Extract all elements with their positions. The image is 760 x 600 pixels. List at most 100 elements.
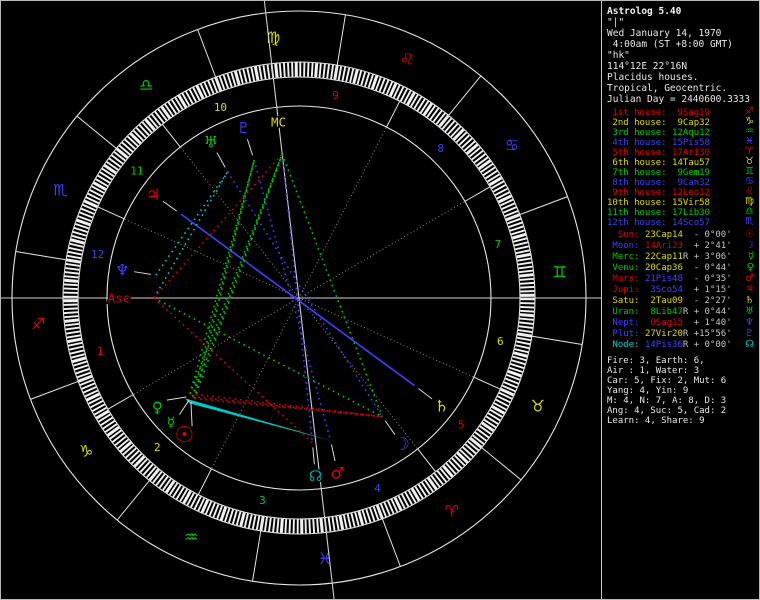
planet-row: Moon: 14Ari23 + 2°41' ☽ — [607, 240, 754, 251]
degree-tick — [514, 348, 529, 354]
degree-tick — [514, 245, 529, 251]
planet-row: Venu: 20Cap36 - 0°44' ♀ — [607, 262, 754, 273]
astrolog-window: ♈ ♉ ♊ ♋ ♌ ♍ ♎ ♏ ♐ ♑ ♒ ♓ 1 2 3 4 5 6 7 8 9 10 11 12 ☉ ☽ ☿ ♀ ♂ ♃ ♄ ♅ ♆ ♇ ☊ As… — [0, 0, 760, 600]
house-number: 5 — [458, 419, 465, 432]
degree-tick — [255, 515, 261, 530]
degree-tick — [262, 65, 267, 80]
degree-tick — [349, 68, 355, 83]
stats-line: Fire: 3, Earth: 6, — [607, 356, 705, 366]
house-row: 6th house: 14Tau57 ♉ — [607, 156, 754, 169]
degree-tick — [284, 519, 288, 534]
house-number: 2 — [154, 441, 161, 454]
degree-tick — [518, 329, 533, 334]
planet-position-list: Sun: 23Cap14 - 0°00' ☉ Moon: 14Ari23 + 2°… — [607, 229, 758, 351]
zodiac-sign-aquarius-icon: ♒ — [184, 527, 198, 546]
planet-icon: ☉ — [745, 229, 754, 240]
sign-boundary — [116, 468, 160, 521]
degree-tick — [307, 62, 310, 77]
degree-tick — [250, 67, 256, 82]
house-number: 12 — [91, 248, 104, 261]
house-number: 1 — [97, 345, 104, 358]
degree-tick — [519, 313, 534, 318]
degree-tick — [69, 349, 85, 355]
planet-node-icon: ☊ — [309, 467, 322, 485]
zodiac-sign-aries-icon: ♈ — [445, 501, 459, 520]
degree-tick — [235, 511, 242, 526]
planet-pluto-icon: ♇ — [237, 119, 250, 137]
degree-tick — [520, 306, 535, 309]
planet-row: Node: 14Pis36R + 0°00' ☊ — [607, 339, 754, 350]
planet-icon: ♄ — [745, 295, 754, 306]
house-row: 1st house: 9Sag19 ♐ — [607, 106, 754, 119]
degree-tick — [63, 307, 78, 310]
planet-row: Nept: 0Sag15 + 1°40' ♆ — [607, 317, 754, 328]
degree-tick — [516, 252, 531, 259]
house-row: 11th house: 17Lib30 ♎ — [607, 206, 754, 219]
house-cusp-line — [417, 448, 437, 473]
degree-tick — [282, 62, 286, 78]
house-row: 8th house: 9Can32 ♋ — [607, 176, 754, 189]
chart-info-line: 4:00am (ST +8:00 GMT) — [607, 39, 733, 50]
degree-tick — [65, 267, 80, 271]
degree-tick — [515, 344, 530, 350]
aspect-line — [153, 153, 283, 299]
planet-row: Merc: 22Cap11R + 3°06' ☿ — [607, 251, 754, 262]
degree-tick — [519, 281, 535, 285]
degree-tick — [227, 509, 234, 524]
degree-tick — [352, 69, 359, 84]
degree-tick — [64, 318, 79, 323]
planet-jupiter-icon: ♃ — [146, 185, 160, 204]
sign-boundary — [469, 437, 522, 481]
degree-tick — [64, 271, 79, 275]
house-cusp-line — [473, 376, 501, 390]
planet-venus-icon: ♀ — [152, 398, 163, 416]
planet-pointer-line — [312, 447, 315, 465]
zodiac-sign-gemini-icon: ♊ — [553, 263, 567, 282]
house-row: 3rd house: 12Aqu12 ♒ — [607, 126, 754, 139]
degree-tick — [242, 68, 248, 84]
degree-tick — [520, 309, 535, 313]
degree-tick — [356, 70, 363, 85]
planet-icon: ☿ — [747, 251, 754, 262]
planet-uranus-icon: ♅ — [204, 133, 218, 152]
degree-tick — [346, 513, 352, 528]
degree-tick — [67, 254, 82, 260]
aspect-line — [253, 159, 332, 440]
planet-row: Mars: 21Pis48 - 0°35' ♂ — [607, 273, 754, 284]
planet-icon: ♂ — [745, 273, 754, 284]
asc-label: Asc — [108, 291, 131, 306]
degree-tick — [71, 234, 86, 241]
degree-tick — [513, 351, 528, 358]
chart-info-line: "hk" — [607, 50, 630, 61]
degree-tick — [68, 341, 83, 347]
house-number: 10 — [214, 101, 227, 114]
house-number: 3 — [259, 494, 266, 507]
chart-info-line: Tropical, Geocentric. — [607, 83, 728, 94]
degree-tick — [326, 64, 330, 79]
degree-tick — [354, 512, 360, 527]
degree-tick — [66, 334, 81, 339]
degree-tick — [360, 71, 367, 86]
mc-label: MC — [271, 115, 286, 130]
degree-tick — [519, 321, 534, 325]
planet-row: Satu: 2Tau09 - 2°27' ♄ — [607, 295, 754, 306]
degree-tick — [65, 262, 80, 267]
planet-row: Jupi: 3Sco54 + 1°15' ♃ — [607, 284, 754, 295]
degree-tick — [64, 322, 80, 327]
sign-boundary — [76, 115, 129, 159]
house-row: 7th house: 9Gem19 ♊ — [607, 166, 754, 179]
chart-info-header: Astrolog 5.40 "|" Wed January 14, 1970 4:0… — [607, 6, 758, 105]
zodiac-sign-sagittarius-icon: ♐ — [31, 314, 45, 333]
degree-tick — [231, 510, 238, 525]
planet-pointer-line — [162, 200, 178, 212]
degree-tick — [513, 237, 528, 243]
aspect-line — [189, 159, 255, 394]
stats-line: Ang: 4, Suc: 5, Cad: 2 — [607, 406, 727, 416]
house-cusp-line — [386, 101, 401, 128]
degree-tick — [67, 250, 82, 256]
planet-row: Plut: 27Vir20R +15°56' ♇ — [607, 328, 754, 339]
degree-tick — [71, 356, 87, 364]
degree-tick — [338, 515, 345, 530]
degree-tick — [246, 68, 252, 83]
planet-icon: ♅ — [745, 306, 754, 317]
